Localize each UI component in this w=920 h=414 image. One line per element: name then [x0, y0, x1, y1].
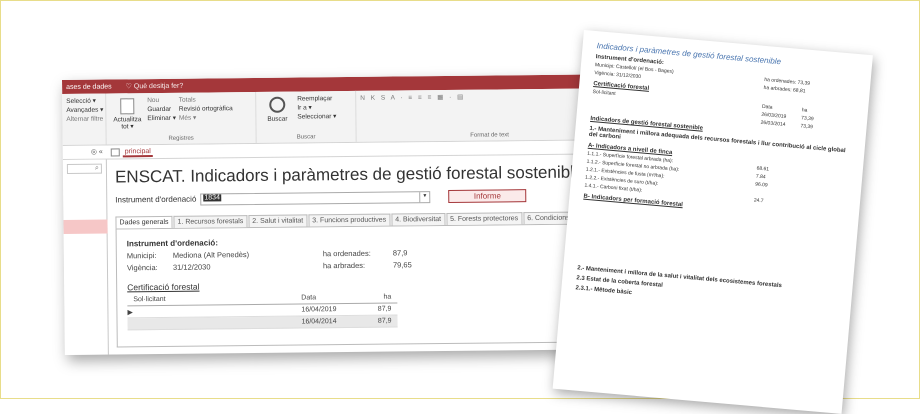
refresh-all-label: Actualitza tot ▾: [113, 116, 142, 131]
tab-productive[interactable]: 3. Funcions productives: [308, 213, 391, 227]
selection-button[interactable]: Selecció ▾: [66, 97, 101, 106]
chevron-down-icon[interactable]: ▾: [419, 191, 430, 202]
col-ha: ha: [383, 293, 392, 301]
tab-conditions[interactable]: 6. Condicions: [523, 211, 574, 225]
vigencia-label: Vigència:: [126, 263, 158, 273]
instrument-value: 1834: [203, 193, 221, 202]
instrument-label: Instrument d'ordenació: [115, 194, 197, 205]
tab-general[interactable]: Dades generals: [115, 215, 173, 229]
instrument-combo[interactable]: 1834 ▾: [200, 190, 431, 206]
instrument-row: Instrument d'ordenació 1834 ▾ Informe: [115, 188, 620, 206]
main-form: ENSCAT. Indicadors i paràmetres de gesti…: [114, 158, 622, 354]
nav-pane-controls[interactable]: ◎ «: [63, 146, 107, 160]
new-record-button[interactable]: Nou: [147, 96, 176, 105]
report-ind-value: 24.7: [753, 197, 764, 205]
refresh-all-button[interactable]: Actualitza tot ▾: [110, 96, 144, 141]
municipi-label: Municipi:: [126, 251, 157, 261]
record-selector-icon[interactable]: ▶: [127, 308, 133, 316]
ribbon-group-records: Actualitza tot ▾ Nou Guardar Eliminar ▾ …: [106, 91, 257, 145]
refresh-icon: [120, 98, 135, 115]
tell-me-label: Què desitja fer?: [133, 82, 184, 91]
find-button[interactable]: Buscar: [260, 95, 294, 140]
more-button[interactable]: Més ▾: [179, 113, 233, 123]
navigation-pane: ⌕: [62, 159, 109, 355]
goto-button[interactable]: Ir a ▾: [297, 103, 336, 112]
delete-button[interactable]: Eliminar ▾: [147, 114, 176, 123]
vigencia-value: 31/12/2030: [172, 262, 211, 272]
report-ha-arb: ha arbrades: 68,81: [763, 84, 806, 95]
cell-ha[interactable]: 87,9: [362, 318, 392, 325]
cell-ha[interactable]: 87,9: [361, 306, 392, 313]
certification-title: Certificació forestal: [127, 281, 200, 293]
tab-resources[interactable]: 1. Recursos forestals: [173, 215, 248, 228]
report-ind-value: 7.84: [755, 173, 766, 181]
cell-applicant[interactable]: [133, 310, 301, 312]
save-button[interactable]: Guardar: [147, 105, 176, 114]
tell-me-box[interactable]: ♡ Què desitja fer?: [126, 82, 184, 91]
replace-button[interactable]: Reemplaçar: [297, 94, 336, 103]
ha-ordenades-label: ha ordenades:: [322, 248, 371, 259]
title-left: ases de dades: [66, 82, 112, 91]
tab-health[interactable]: 2. Salut i vitalitat: [248, 214, 308, 228]
report-ind-value: 68.61: [756, 165, 770, 173]
col-date: Data: [301, 294, 317, 302]
records-group-label: Registres: [168, 135, 194, 142]
general-panel: Instrument d'ordenació: Municipi: Medion…: [115, 224, 622, 348]
municipi-value: Mediona (Alt Penedès): [172, 250, 250, 260]
ribbon-group-filter: Selecció ▾ Avançades ▾ Alternar filtre: [62, 93, 107, 145]
find-label: Buscar: [267, 115, 288, 123]
form-title: ENSCAT. Indicadors i paràmetres de gesti…: [114, 162, 584, 187]
tab-principal-label: principal: [122, 147, 153, 157]
ribbon: Selecció ▾ Avançades ▾ Alternar filtre A…: [62, 88, 623, 146]
tab-protective[interactable]: 5. Forests protectores: [446, 212, 523, 225]
report-date: 26/03/2014: [760, 119, 786, 128]
vigencia-row: Vigència: 31/12/2030 ha arbrades: 79,65: [127, 258, 610, 272]
nav-search-box[interactable]: ⌕: [66, 163, 102, 174]
ribbon-group-find: Buscar Reemplaçar Ir a ▾ Seleccionar ▾ B…: [256, 90, 357, 143]
spelling-button[interactable]: Revisió ortogràfica: [179, 104, 233, 114]
cell-applicant[interactable]: [134, 322, 302, 324]
nav-selected-item[interactable]: [63, 219, 108, 234]
certification-grid: Sol·licitant Data ha ▶ 16/04/2019 87,9 1…: [127, 293, 398, 331]
select-button[interactable]: Seleccionar ▾: [297, 112, 336, 121]
report-paper: Indicadors i paràmetres de gestió forest…: [552, 30, 873, 414]
tab-principal[interactable]: principal: [110, 145, 153, 159]
advanced-button[interactable]: Avançades ▾: [66, 106, 103, 115]
cell-date[interactable]: 16/04/2014: [302, 318, 362, 325]
report-ha: 73,39: [800, 123, 814, 131]
ha-ordenades-value: 87,9: [392, 248, 408, 258]
find-group-label: Buscar: [296, 134, 316, 141]
toggle-filter-button[interactable]: Alternar filtre: [66, 115, 103, 124]
ha-arbrades-label: ha arbrades:: [322, 260, 366, 271]
cell-date[interactable]: 16/04/2019: [301, 306, 361, 313]
magnifier-icon: [269, 96, 286, 113]
search-icon: ⌕: [94, 164, 99, 172]
ha-arbrades-value: 79,65: [392, 260, 412, 270]
access-window: ases de dades ♡ Què desitja fer? Selecci…: [62, 74, 625, 355]
tab-biodiversity[interactable]: 4. Biodiversitat: [391, 212, 446, 226]
table-row[interactable]: 16/04/2014 87,9: [127, 315, 398, 331]
report-ind-value: 96.09: [754, 181, 768, 189]
form-icon: [110, 148, 120, 157]
col-applicant: Sol·licitant: [133, 295, 166, 304]
report-button[interactable]: Informe: [448, 189, 527, 203]
